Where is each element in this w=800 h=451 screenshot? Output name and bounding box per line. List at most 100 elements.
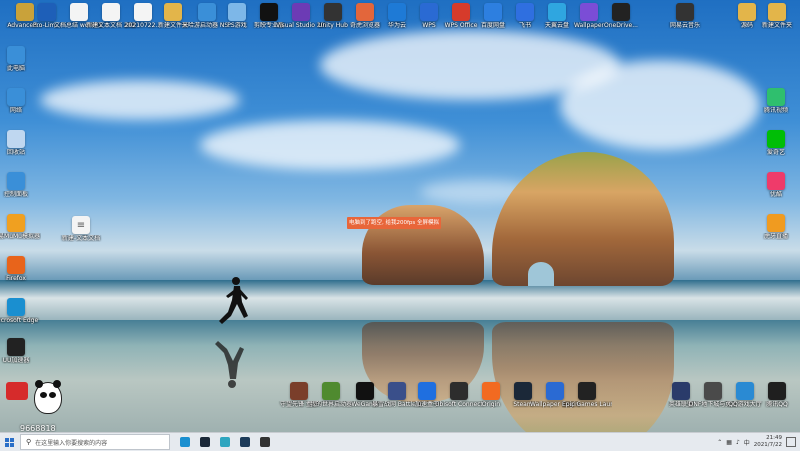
accelerator-icon bbox=[7, 338, 25, 356]
clock-time: 21:49 bbox=[766, 435, 782, 441]
edge-icon bbox=[7, 298, 25, 316]
network-icon[interactable]: ▦ bbox=[726, 439, 732, 446]
desktop-icon[interactable]: 新建文件夹 bbox=[752, 3, 800, 29]
red-app-icon bbox=[6, 382, 28, 400]
rock-right bbox=[492, 152, 674, 286]
runner-silhouette bbox=[219, 277, 248, 324]
desktop-icon[interactable]: 网易云音乐 bbox=[660, 3, 710, 29]
start-button[interactable] bbox=[0, 433, 18, 451]
desktop-icon-label: 网易云音乐 bbox=[669, 22, 700, 29]
panda-ear bbox=[35, 380, 43, 388]
emulator-icon bbox=[7, 214, 25, 232]
pinned-apps bbox=[174, 433, 274, 451]
desktop-icon-label: 控制面板 bbox=[3, 191, 28, 198]
rock-right-reflection bbox=[492, 322, 674, 432]
desktop-icon[interactable]: OneDrive... bbox=[596, 3, 646, 29]
desktop-icon-label: 新建文件夹 bbox=[761, 22, 792, 29]
desktop-icon[interactable]: 网易MuMu模拟器 bbox=[0, 214, 41, 240]
app-icon bbox=[200, 437, 210, 447]
desktop-icon[interactable]: 回收站 bbox=[0, 130, 41, 156]
desktop-icon-label: OneDrive... bbox=[604, 22, 638, 29]
watermark-id: 9668818 bbox=[20, 424, 56, 432]
desktop-icon-label: Firefox bbox=[6, 275, 26, 282]
folder-icon bbox=[768, 3, 786, 21]
desktop-icon[interactable]: 此电脑 bbox=[0, 46, 41, 72]
desktop-icon[interactable]: UU加速器 bbox=[0, 338, 41, 364]
network-icon bbox=[7, 88, 25, 106]
desktop-icon-label: 腾讯QQ bbox=[766, 401, 788, 408]
desktop-icon-label: UU加速器 bbox=[2, 357, 30, 364]
video-icon bbox=[767, 172, 785, 190]
steam-taskbar-icon[interactable] bbox=[196, 433, 214, 451]
search-placeholder: 在这里输入你要搜索的内容 bbox=[35, 439, 108, 447]
desktop-icon[interactable]: 优酷 bbox=[751, 172, 800, 198]
recycle-icon bbox=[7, 130, 25, 148]
doc-icon: ≡ bbox=[72, 216, 90, 234]
desktop-icon-label: Microsoft Edge bbox=[0, 317, 39, 324]
app-taskbar-icon[interactable] bbox=[216, 433, 234, 451]
epic-icon bbox=[578, 382, 596, 400]
desktop-icon-label: 此电脑 bbox=[6, 65, 25, 72]
desktop-icon-label: 网络 bbox=[9, 107, 22, 114]
panda-avatar bbox=[34, 380, 62, 414]
desktop-icon[interactable]: 腾讯视频 bbox=[751, 88, 800, 114]
unity-taskbar-icon[interactable] bbox=[256, 433, 274, 451]
notification-icon[interactable] bbox=[786, 437, 796, 447]
panda-eye bbox=[49, 392, 56, 398]
desktop-icon[interactable]: Epic Games Launcher bbox=[562, 382, 612, 408]
desktop-icon-label: 优酷 bbox=[769, 191, 782, 198]
desktop-icon[interactable]: 爱奇艺 bbox=[751, 130, 800, 156]
desktop-icon-label: 回收站 bbox=[6, 149, 25, 156]
video-icon bbox=[767, 130, 785, 148]
system-tray: ⌃ ▦ ♪ 中 21:49 2021/7/22 bbox=[717, 433, 796, 451]
desktop-icon-label: 网易MuMu模拟器 bbox=[0, 233, 40, 240]
desktop-icon[interactable]: 网络 bbox=[0, 88, 41, 114]
clock[interactable]: 21:49 2021/7/22 bbox=[754, 435, 782, 449]
runner-reflection bbox=[215, 341, 244, 388]
ime-icon[interactable]: 中 bbox=[744, 438, 750, 447]
desktop-icon-text-doc[interactable]: ≡ 新建-文本文档 bbox=[56, 216, 106, 242]
app-icon bbox=[220, 437, 230, 447]
app-icon bbox=[240, 437, 250, 447]
app-icon bbox=[260, 437, 270, 447]
desktop-icon[interactable]: 虎牙直播 bbox=[751, 214, 800, 240]
app-icon bbox=[612, 3, 630, 21]
edge-taskbar-icon[interactable] bbox=[176, 433, 194, 451]
sea bbox=[0, 280, 800, 320]
search-icon: ⚲ bbox=[26, 438, 32, 446]
taskbar: ⚲ 在这里输入你要搜索的内容 ⌃ ▦ ♪ 中 21:49 2021/7/22 bbox=[0, 432, 800, 451]
cloud bbox=[200, 120, 460, 170]
live-icon bbox=[767, 214, 785, 232]
volume-icon[interactable]: ♪ bbox=[736, 439, 740, 446]
desktop-icon[interactable]: Microsoft Edge bbox=[0, 298, 41, 324]
desktop-icon-label: 爱奇艺 bbox=[766, 149, 785, 156]
rock-arch bbox=[528, 262, 554, 286]
cloud bbox=[560, 60, 760, 150]
desktop-icon-label: 新建-文本文档 bbox=[61, 235, 101, 242]
chevron-up-icon[interactable]: ⌃ bbox=[717, 439, 722, 446]
panel-icon bbox=[7, 172, 25, 190]
desktop-icon[interactable]: 腾讯QQ bbox=[752, 382, 800, 408]
app-icon bbox=[180, 437, 190, 447]
windows-logo-icon bbox=[4, 437, 14, 447]
video-icon bbox=[767, 88, 785, 106]
minecraft-icon bbox=[322, 382, 340, 400]
desktop: ≡ 新建-文本文档 电脑到了跑空, 给我200fps 全屏模拟 9668818 … bbox=[0, 0, 800, 432]
clock-date: 2021/7/22 bbox=[753, 442, 782, 448]
music-icon bbox=[676, 3, 694, 21]
desktop-icon[interactable]: 控制面板 bbox=[0, 172, 41, 198]
pc-icon bbox=[7, 46, 25, 64]
desktop-icon-label: Epic Games Launcher bbox=[562, 401, 612, 408]
search-box[interactable]: ⚲ 在这里输入你要搜索的内容 bbox=[20, 434, 170, 450]
desktop-icon-label: 虎牙直播 bbox=[763, 233, 788, 240]
terminal-taskbar-icon[interactable] bbox=[236, 433, 254, 451]
notice-banner: 电脑到了跑空, 给我200fps 全屏模拟 bbox=[347, 217, 441, 229]
firefox-icon bbox=[7, 256, 25, 274]
desktop-icon[interactable]: Firefox bbox=[0, 256, 41, 282]
panda-eye bbox=[40, 392, 47, 398]
cloud bbox=[40, 80, 240, 120]
folder-icon bbox=[164, 3, 182, 21]
qq-icon bbox=[768, 382, 786, 400]
panda-ear bbox=[53, 380, 61, 388]
desktop-icon-label: 腾讯视频 bbox=[763, 107, 788, 114]
